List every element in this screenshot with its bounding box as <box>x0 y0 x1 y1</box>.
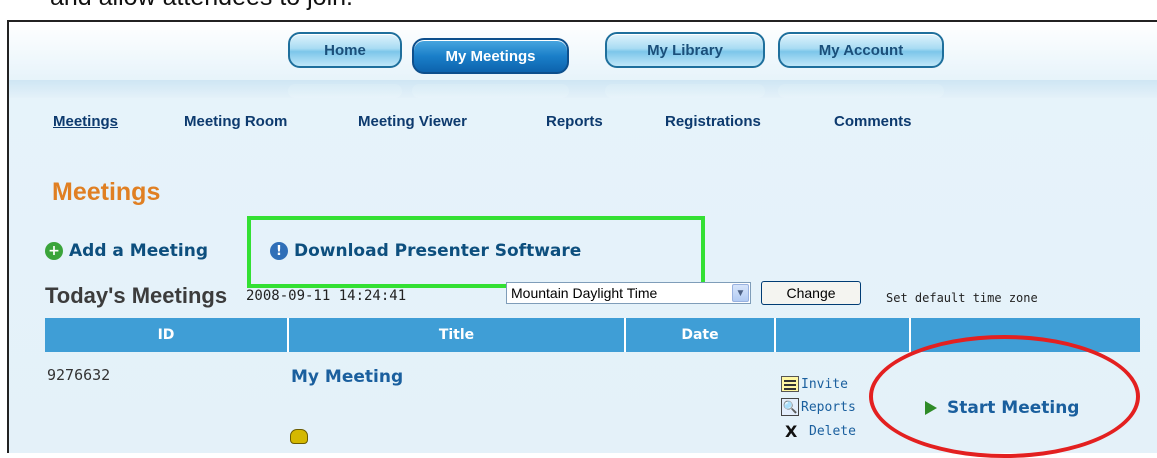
subnav-meeting-room[interactable]: Meeting Room <box>184 113 287 130</box>
tab-my-meetings[interactable]: My Meetings <box>412 38 569 74</box>
column-header-actions <box>776 318 911 352</box>
highlight-red-ellipse <box>869 335 1140 458</box>
tab-reflection <box>778 84 944 98</box>
plus-circle-icon: + <box>45 242 63 260</box>
invite-label: Invite <box>801 376 848 392</box>
meeting-title-link[interactable]: My Meeting <box>291 367 403 387</box>
set-default-timezone-link[interactable]: Set default time zone <box>886 291 1038 305</box>
page-title: Meetings <box>52 178 161 206</box>
subnav-reports[interactable]: Reports <box>546 113 603 130</box>
tab-reflection <box>288 84 402 98</box>
tab-my-library[interactable]: My Library <box>605 32 765 68</box>
magnifier-report-icon: 🔍 <box>781 398 799 416</box>
timezone-select[interactable]: Mountain Daylight Time ▼ <box>506 282 751 304</box>
tab-home[interactable]: Home <box>288 32 402 68</box>
subnav-registrations[interactable]: Registrations <box>665 113 761 130</box>
timezone-value: Mountain Daylight Time <box>511 285 658 301</box>
delete-label: Delete <box>809 424 856 439</box>
nav-reflection-strip <box>9 80 1157 98</box>
highlight-green-box <box>247 216 705 288</box>
chevron-down-icon[interactable]: ▼ <box>732 284 749 302</box>
current-datetime: 2008-09-11 14:24:41 <box>246 288 407 304</box>
tab-my-account[interactable]: My Account <box>778 32 944 68</box>
delete-link[interactable]: X Delete <box>785 422 856 441</box>
invite-list-icon <box>781 376 799 392</box>
add-meeting-label: Add a Meeting <box>69 241 209 261</box>
invite-link[interactable]: Invite <box>781 376 848 392</box>
column-header-id: ID <box>45 318 289 352</box>
reports-label: Reports <box>801 399 856 415</box>
change-timezone-button[interactable]: Change <box>761 281 861 305</box>
column-header-date: Date <box>626 318 776 352</box>
instruction-caption: and allow attendees to join. <box>50 0 353 12</box>
tab-reflection <box>605 84 765 98</box>
tab-reflection <box>412 84 569 98</box>
column-header-title: Title <box>289 318 626 352</box>
phone-icon[interactable] <box>290 429 308 444</box>
x-icon: X <box>785 422 798 441</box>
subnav-meeting-viewer[interactable]: Meeting Viewer <box>358 113 467 130</box>
meeting-id: 9276632 <box>47 366 111 384</box>
add-meeting-link[interactable]: + Add a Meeting <box>45 241 208 261</box>
reports-link[interactable]: 🔍 Reports <box>781 398 856 416</box>
subnav-comments[interactable]: Comments <box>834 113 912 130</box>
todays-meetings-heading: Today's Meetings <box>45 283 228 308</box>
subnav-meetings[interactable]: Meetings <box>53 113 118 130</box>
